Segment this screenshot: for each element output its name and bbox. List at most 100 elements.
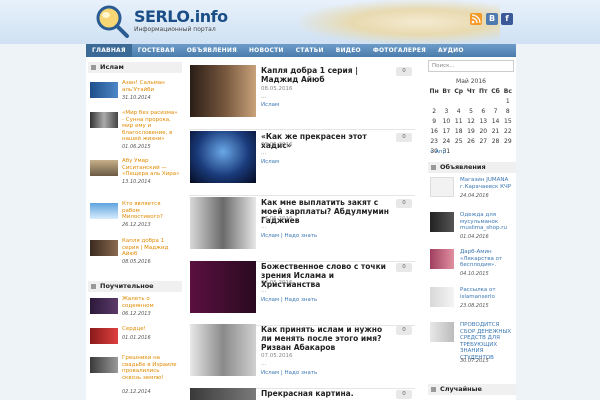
list-item[interactable]: Азан! Сальман аль'Утайби 31.10.2014 [88,80,182,104]
post-date: 07.05.2016 [261,280,293,286]
list-item[interactable]: Жалеть о содеянном 06.12.2013 [88,296,182,320]
item-date: 06.12.2013 [122,311,151,317]
item-title[interactable]: Абу Умар Сиситанский — «Пещера аль Хира» [122,158,180,178]
nav-ads[interactable]: Объявления [181,44,243,57]
item-title[interactable]: Жалеть о содеянном [122,296,180,309]
item-title[interactable]: Грешники на свадьбе в Израиле провалилис… [122,355,180,381]
section-title-islam: Ислам [88,62,182,73]
ad-title[interactable]: ПРОВОДИТСЯ СБОР ДЕНЕЖНЫХ СРЕДСТВ ДЛЯ ТРЕ… [460,322,516,361]
calendar-day [465,96,477,106]
calendar-day: 9 [432,117,437,125]
item-date: 13.10.2014 [122,179,151,185]
post-card: Как принять ислам и нужно ли менять посл… [189,323,415,389]
calendar-day: 15 [504,117,512,125]
list-item[interactable]: Кто является рабом Милостивого? 26.12.20… [88,201,182,228]
post-title[interactable]: Капля добра 1 серия | Маджид Айюб [261,66,391,84]
ad-item[interactable]: ПРОВОДИТСЯ СБОР ДЕНЕЖНЫХ СРЕДСТВ ДЛЯ ТРЕ… [428,322,516,364]
ad-item[interactable]: Магазин JUMANA г.Карачаевск КЧР 24.04.20… [428,177,516,205]
nav-articles[interactable]: Статьи [290,44,330,57]
calendar-prev-link[interactable]: « Апр [430,149,446,155]
calendar-day: 20 [479,127,488,135]
vk-icon[interactable]: B [486,13,498,25]
post-card: Капля добра 1 серия | Маджид Айюб 08.05.… [189,64,415,130]
post-thumbnail[interactable] [190,197,256,249]
item-title[interactable]: Азан! Сальман аль'Утайби [122,80,180,93]
ad-item[interactable]: Рассылка от islamanserlo 23.08.2015 [428,287,516,315]
site-header: SERLO.info Информационный портал B f [0,0,600,44]
calendar: Пн Вт Ср Чт Пт Сб Вс 1 2345678 9 10 11 12 13… [428,86,514,156]
ad-date: 23.08.2015 [460,303,489,309]
site-logo[interactable]: SERLO.info Информационный портал [94,3,244,41]
ad-item[interactable]: Одежда для мусульманок muslima_shop.ru 0… [428,212,516,240]
list-item[interactable]: «Мир без расизма» - Сунна пророка, мир е… [88,110,182,150]
calendar-day [477,96,489,106]
list-item[interactable]: Абу Умар Сиситанский — «Пещера аль Хира»… [88,158,182,185]
comment-count[interactable]: 0 [396,67,412,76]
rss-icon[interactable] [470,13,482,25]
search-input[interactable]: Поиск... [428,60,514,72]
comment-count[interactable]: 0 [396,199,412,208]
thumbnail [90,82,118,98]
weekday: Ср [454,87,464,95]
ad-date: 24.04.2016 [460,193,489,199]
nav-guestbook[interactable]: Гостевая [132,44,181,57]
calendar-day: 3 [444,107,449,115]
nav-home[interactable]: Главная [86,44,132,57]
weekday: Чт [466,87,476,95]
post-date: 08.05.2016 [261,86,293,92]
post-thumbnail[interactable] [190,131,256,183]
ad-title[interactable]: Дарб-Амин «Лекарства от бесплодия». [460,249,516,269]
post-card: Божественное слово с точки зрения Ислама… [189,260,415,326]
nav-photogallery[interactable]: Фотогалерея [367,44,432,57]
item-title[interactable]: Кто является рабом Милостивого? [122,201,180,221]
item-title[interactable]: «Мир без расизма» - Сунна пророка, мир е… [122,110,180,143]
thumbnail [90,160,118,176]
post-categories[interactable]: Ислам | Надо знать [261,297,317,303]
calendar-day [465,146,477,156]
comment-count[interactable]: 0 [396,133,412,142]
main-nav: Главная Гостевая Объявления Новости Стат… [86,44,516,57]
post-thumbnail[interactable] [190,65,256,117]
calendar-day [453,96,465,106]
nav-video[interactable]: Видео [330,44,367,57]
item-title[interactable]: Капля добра 1 серия | Маджид Айюб [122,238,180,258]
list-item[interactable]: Сердце! 01.01.2016 [88,326,182,350]
ad-title[interactable]: Магазин JUMANA г.Карачаевск КЧР [460,177,516,190]
post-title[interactable]: Прекрасная картина. [261,389,391,398]
comment-count[interactable]: 0 [396,326,412,335]
list-item[interactable]: Грешники на свадьбе в Израиле провалилис… [88,355,182,395]
facebook-icon[interactable]: f [501,13,513,25]
weekday: Пт [479,87,488,95]
calendar-day: 18 [454,127,463,135]
ad-title[interactable]: Рассылка от islamanserlo [460,287,516,300]
section-title-random: Случайные [428,384,516,395]
calendar-day: 28 [491,137,500,145]
weekday: Пн [429,87,439,95]
post-title[interactable]: Как принять ислам и нужно ли менять посл… [261,325,391,352]
calendar-day [502,146,514,156]
ad-date: 01.04.2016 [460,234,489,240]
ad-title[interactable]: Одежда для мусульманок muslima_shop.ru [460,212,516,232]
calendar-day [440,96,452,106]
list-item[interactable]: Капля добра 1 серия | Маджид Айюб 08.05.… [88,238,182,265]
post-categories[interactable]: Ислам [261,159,279,165]
post-card: «Как же прекрасен этот хадис» 07.05.2016… [189,130,415,196]
calendar-day: 21 [491,127,500,135]
post-categories[interactable]: Ислам | Надо знать [261,233,317,239]
comment-count[interactable]: 0 [396,263,412,272]
ad-item[interactable]: Дарб-Амин «Лекарства от бесплодия». 04.1… [428,249,516,277]
comment-count[interactable]: 0 [396,390,412,399]
post-thumbnail[interactable] [190,324,256,376]
post-categories[interactable]: Ислам | Надо знать [261,370,317,376]
thumbnail [90,298,118,314]
post-categories[interactable]: Ислам [261,102,279,108]
weekday: Вт [442,87,451,95]
calendar-day [477,146,489,156]
calendar-day: 8 [505,107,510,115]
post-thumbnail[interactable] [190,388,256,400]
item-title[interactable]: Сердце! [122,326,180,333]
nav-news[interactable]: Новости [243,44,290,57]
calendar-day: 22 [504,127,512,135]
post-thumbnail[interactable] [190,261,256,313]
nav-audio[interactable]: Аудио [432,44,470,57]
